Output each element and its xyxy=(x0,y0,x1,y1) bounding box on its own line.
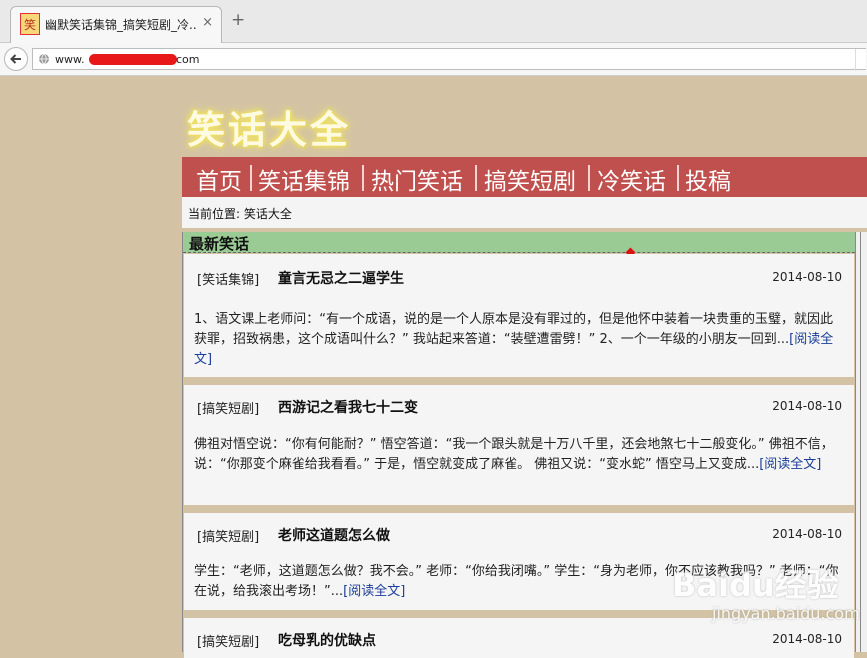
breadcrumb: 当前位置: 笑话大全 xyxy=(188,207,292,221)
nav-item-home[interactable]: 首页 xyxy=(196,162,242,196)
article-category[interactable]: [笑话集锦] xyxy=(197,269,259,288)
nav-item-collection[interactable]: 笑话集锦 xyxy=(258,162,350,196)
browser-tab[interactable]: 笑 幽默笑话集锦_搞笑短剧_冷... × xyxy=(10,6,222,43)
article-date: 2014-08-10 xyxy=(772,399,842,413)
article-date: 2014-08-10 xyxy=(772,632,842,646)
article-date: 2014-08-10 xyxy=(772,527,842,541)
article-excerpt: 1、语文课上老师问：“有一个成语，说的是一个人原本是没有罪过的，但是他怀中装着一… xyxy=(194,310,844,370)
read-more-link[interactable]: [阅读全文] xyxy=(759,457,821,472)
globe-icon xyxy=(39,53,49,65)
article-date: 2014-08-10 xyxy=(772,270,842,284)
site-logo[interactable]: 笑话大全 xyxy=(187,99,351,154)
back-button[interactable] xyxy=(4,47,28,71)
nav-divider xyxy=(677,165,679,191)
read-more-link[interactable]: [阅读全文] xyxy=(343,584,405,599)
nav-item-cold-jokes[interactable]: 冷笑话 xyxy=(597,162,666,196)
close-tab-icon[interactable]: × xyxy=(202,15,213,30)
browser-tabstrip: 笑 幽默笑话集锦_搞笑短剧_冷... × + xyxy=(0,0,867,43)
main-nav: 首页 笑话集锦 热门笑话 搞笑短剧 冷笑话 投稿 xyxy=(182,157,867,197)
section-title: 最新笑话 xyxy=(189,235,250,253)
watermark-logo: Baidu经验 xyxy=(672,566,839,604)
breadcrumb-bar: 当前位置: 笑话大全 xyxy=(182,197,867,228)
article-title[interactable]: 西游记之看我七十二变 xyxy=(278,397,418,417)
nav-divider xyxy=(588,165,590,191)
nav-item-skits[interactable]: 搞笑短剧 xyxy=(484,162,576,196)
url-redaction-mark xyxy=(89,54,177,65)
nav-divider xyxy=(475,165,477,191)
article-title[interactable]: 吃母乳的优缺点 xyxy=(278,630,376,650)
nav-item-hot[interactable]: 热门笑话 xyxy=(371,162,463,196)
article-category[interactable]: [搞笑短剧] xyxy=(197,398,259,417)
article-title[interactable]: 老师这道题怎么做 xyxy=(278,525,390,545)
article-item: [搞笑短剧] 西游记之看我七十二变 2014-08-10 佛祖对悟空说：“你有何… xyxy=(184,385,854,505)
address-bar-end xyxy=(855,49,866,71)
baidu-watermark: Baidu经验 jingyan.baidu.com xyxy=(672,560,862,634)
excerpt-text: 佛祖对悟空说：“你有何能耐？” 悟空答道：“我一个跟头就是十万八千里，还会地煞七… xyxy=(194,437,834,472)
section-header: 最新笑话 xyxy=(183,232,855,258)
article-title[interactable]: 童言无忌之二逼学生 xyxy=(278,268,404,288)
nav-item-submit[interactable]: 投稿 xyxy=(685,162,731,196)
article-item: [笑话集锦] 童言无忌之二逼学生 2014-08-10 1、语文课上老师问：“有… xyxy=(184,254,854,377)
nav-divider xyxy=(362,165,364,191)
nav-divider xyxy=(250,165,252,191)
site-favicon-icon: 笑 xyxy=(20,13,40,35)
browser-toolbar: www. com xyxy=(0,43,867,76)
url-text-suffix: com xyxy=(176,53,200,66)
url-text-prefix: www. xyxy=(55,53,85,66)
article-category[interactable]: [搞笑短剧] xyxy=(197,526,259,545)
new-tab-icon[interactable]: + xyxy=(231,10,245,30)
address-bar[interactable]: www. com xyxy=(32,48,866,71)
watermark-url: jingyan.baidu.com xyxy=(712,604,860,623)
tab-title: 幽默笑话集锦_搞笑短剧_冷... xyxy=(45,18,197,32)
excerpt-text: 1、语文课上老师问：“有一个成语，说的是一个人原本是没有罪过的，但是他怀中装着一… xyxy=(194,312,834,347)
article-excerpt: 佛祖对悟空说：“你有何能耐？” 悟空答道：“我一个跟头就是十万八千里，还会地煞七… xyxy=(194,435,844,475)
back-arrow-icon xyxy=(10,54,21,64)
